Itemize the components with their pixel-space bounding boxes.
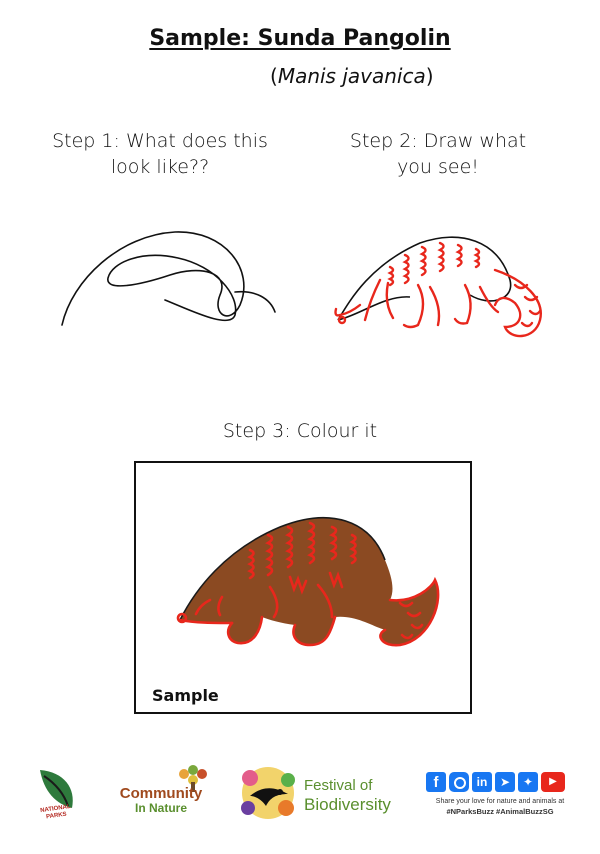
step-3-heading: Step 3: Colour it (222, 420, 378, 442)
step-1-scribble (61, 231, 276, 326)
youtube-icon[interactable]: ▶ (541, 772, 565, 792)
step-2-pangolin-drawing (334, 236, 542, 338)
page-title: Sample: Sunda Pangolin (149, 26, 451, 51)
step-1-heading: Step 1: What does this look like?? (52, 130, 268, 178)
instagram-icon[interactable] (449, 772, 469, 792)
telegram-icon[interactable]: ➤ (495, 772, 515, 792)
linkedin-icon[interactable]: in (472, 772, 492, 792)
colored-pangolin (176, 516, 440, 647)
facebook-icon[interactable]: f (426, 772, 446, 792)
social-hashtag-text: Share your love for nature and animals a… (435, 798, 565, 816)
social-icons-row: f in ➤ ✦ ▶ (426, 772, 565, 792)
festival-of-biodiversity-logo: Festival of Biodiversity (304, 777, 391, 814)
sample-label: Sample (152, 686, 219, 705)
step-2-heading: Step 2: Draw what you see! (349, 130, 527, 178)
community-in-nature-logo: Community In Nature (119, 785, 203, 815)
scientific-name: (Manis javanica) (270, 64, 434, 88)
festival-biodiversity-emblem-icon (241, 767, 295, 819)
twitter-icon[interactable]: ✦ (518, 772, 538, 792)
